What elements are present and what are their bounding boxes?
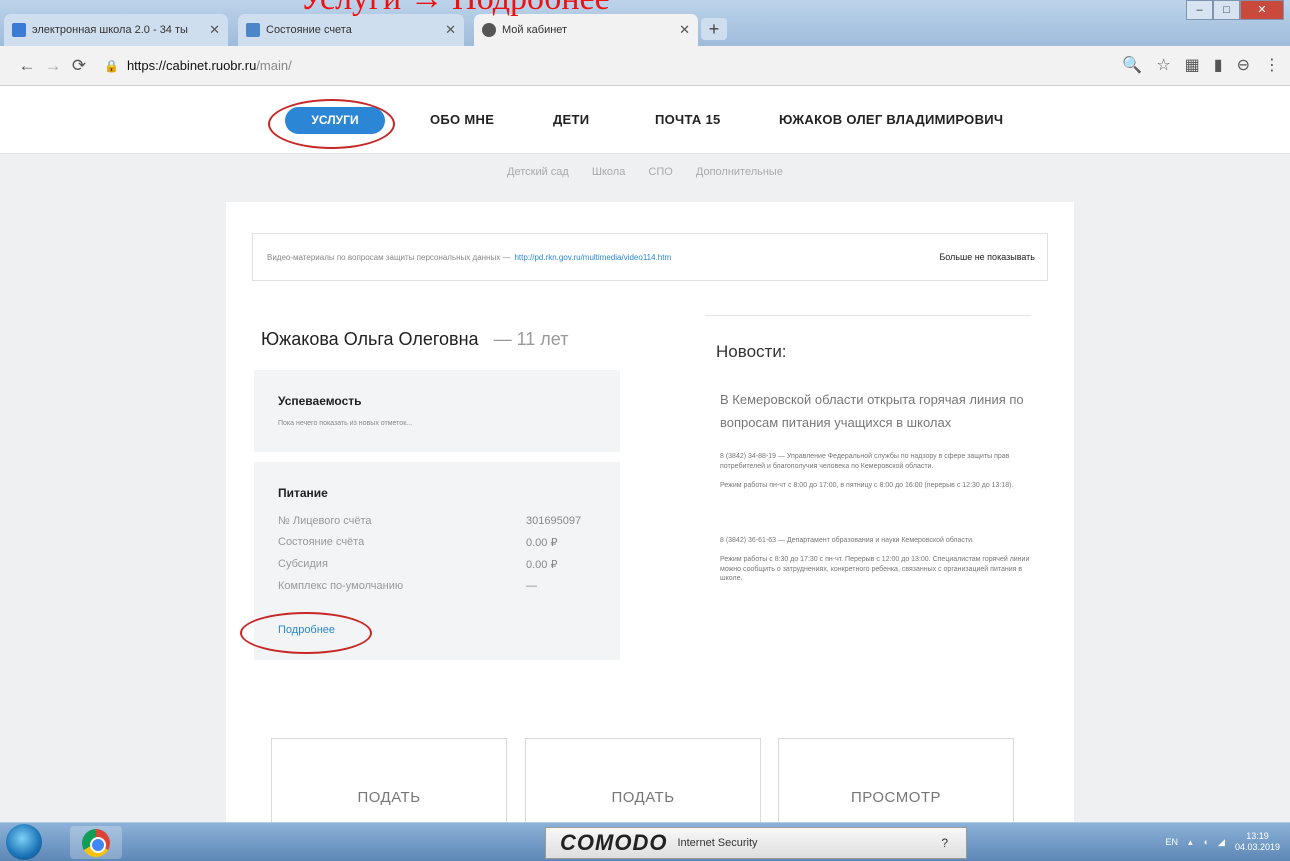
browser-toolbar: ← → ⟳ 🔒 https://cabinet.ruobr.ru/main/ 🔍… [0, 46, 1290, 86]
subnav-spo[interactable]: СПО [648, 166, 672, 178]
row-label: № Лицевого счёта [278, 515, 372, 527]
services-annotation-circle [268, 99, 395, 149]
clock[interactable]: 13:19 04.03.2019 [1235, 831, 1280, 853]
url-host: https://cabinet.ruobr.ru [126, 58, 257, 73]
progress-title: Успеваемость [278, 394, 362, 408]
zoom-icon[interactable]: 🔍 [1122, 55, 1142, 75]
toolbar-icons: 🔍 ☆ ▦ ▮ ⊖ ⋮ [1122, 55, 1280, 75]
progress-subtitle: Пока нечего показать из новых отметок... [278, 420, 413, 427]
news-divider [705, 315, 1031, 316]
child-age: 11 лет [516, 329, 569, 349]
tab-my-cabinet[interactable]: Мой кабинет ✕ [474, 14, 698, 46]
notice-text: Видео-материалы по вопросам защиты персо… [267, 252, 511, 262]
news-paragraph-2-hours: Режим работы с 8:30 до 17:30 с пн-чт. Пе… [720, 556, 1030, 582]
news-paragraph-2: 8 (3842) 36-61-63 — Департамент образова… [720, 537, 974, 544]
cabinet-favicon-icon [482, 23, 496, 37]
tab-label: электронная школа 2.0 - 34 ты [32, 24, 188, 36]
network-icon[interactable]: ◖ [1203, 837, 1208, 847]
lock-icon: 🔒 [104, 58, 119, 73]
browser-titlebar: электронная школа 2.0 - 34 ты ✕ Состояни… [0, 0, 1290, 46]
slide-heading: Услуги → Подробнее [300, 0, 610, 18]
menu-dots-icon[interactable]: ⋮ [1264, 55, 1280, 75]
reload-icon[interactable]: ⟳ [66, 56, 92, 76]
nav-children[interactable]: ДЕТИ [553, 112, 589, 127]
notice-banner: Видео-материалы по вопросам защиты персо… [252, 233, 1048, 281]
nutrition-row-subsidy: Субсидия 0.00 ₽ [278, 558, 568, 571]
window-controls: – □ ✕ [1186, 0, 1284, 20]
tray-arrow-icon[interactable]: ▴ [1188, 837, 1193, 848]
nav-mail[interactable]: ПОЧТА 15 [655, 112, 721, 127]
row-label: Состояние счёта [278, 536, 365, 548]
clock-time: 13:19 [1246, 831, 1269, 841]
forward-arrow-icon[interactable]: → [40, 56, 66, 76]
news-paragraph-1: 8 (3842) 34-88-19 — Управление Федеральн… [720, 453, 1010, 470]
school-favicon-icon [12, 23, 26, 37]
chrome-icon [82, 829, 110, 857]
profile-icon[interactable]: ⊖ [1237, 55, 1250, 75]
clock-date: 04.03.2019 [1234, 842, 1280, 852]
news-title: Новости: [716, 342, 787, 361]
account-favicon-icon [246, 23, 260, 37]
progress-panel [254, 370, 620, 452]
row-value: 0.00 ₽ [526, 559, 558, 571]
volume-icon[interactable]: ◢ [1218, 837, 1225, 848]
extension-icon[interactable]: ▦ [1185, 55, 1200, 75]
view-tile[interactable]: ПРОСМОТР [778, 738, 1014, 826]
site-navigation [0, 86, 1290, 154]
row-label: Комплекс по-умолчанию [278, 580, 404, 592]
nutrition-row-account: № Лицевого счёта 301695097 [278, 515, 581, 527]
url-path: /main/ [256, 58, 292, 73]
submit-tile-2[interactable]: ПОДАТЬ [525, 738, 761, 826]
back-arrow-icon[interactable]: ← [14, 56, 40, 76]
extension-lock-icon[interactable]: ▮ [1214, 55, 1223, 75]
subnav-additional[interactable]: Дополнительные [696, 166, 783, 178]
child-header: Южакова Ольга Олеговна — 11 лет [261, 329, 568, 350]
notice-link[interactable]: http://pd.rkn.gov.ru/multimedia/video114… [514, 253, 671, 262]
close-icon[interactable]: ✕ [209, 22, 220, 38]
language-indicator[interactable]: EN [1166, 837, 1179, 847]
child-name: Южакова Ольга Олеговна [261, 329, 479, 349]
subnav-kindergarten[interactable]: Детский сад [507, 166, 569, 178]
dont-show-again-link[interactable]: Больше не показывать [939, 252, 1035, 262]
close-icon[interactable]: ✕ [679, 22, 690, 38]
tab-label: Мой кабинет [502, 24, 568, 36]
tab-account-status[interactable]: Состояние счета ✕ [238, 14, 464, 46]
news-headline: В Кемеровской области открыта горячая ли… [720, 392, 1024, 430]
tab-label: Состояние счета [266, 24, 352, 36]
address-bar[interactable]: 🔒 https://cabinet.ruobr.ru/main/ [104, 58, 292, 73]
nutrition-row-balance: Состояние счёта 0.00 ₽ [278, 536, 568, 549]
news-paragraph-1-hours: Режим работы пн-чт с 8:00 до 17:00, в пя… [720, 482, 1014, 489]
tab-electronic-school[interactable]: электронная школа 2.0 - 34 ты ✕ [4, 14, 228, 46]
system-tray: EN ▴ ◖ ◢ 13:19 04.03.2019 [1166, 831, 1280, 853]
subnav-school[interactable]: Школа [592, 166, 625, 178]
comodo-notification[interactable]: COMODO Internet Security ? [545, 827, 967, 859]
nav-user[interactable]: ЮЖАКОВ ОЛЕГ ВЛАДИМИРОВИЧ [779, 112, 1003, 127]
comodo-product: Internet Security [677, 837, 758, 849]
submit-tile-1[interactable]: ПОДАТЬ [271, 738, 507, 826]
new-tab-button[interactable]: + [701, 18, 727, 40]
minimize-icon[interactable]: – [1186, 0, 1213, 20]
maximize-icon[interactable]: □ [1213, 0, 1240, 20]
row-value: 0.00 ₽ [526, 537, 558, 549]
dash: — [493, 329, 512, 349]
bookmark-star-icon[interactable]: ☆ [1156, 55, 1170, 75]
services-subnav: Детский сад Школа СПО Дополнительные [0, 166, 1290, 190]
window-close-icon[interactable]: ✕ [1240, 0, 1284, 20]
nav-about[interactable]: ОБО МНЕ [430, 112, 494, 127]
close-icon[interactable]: ✕ [445, 22, 456, 38]
details-annotation-circle [240, 612, 372, 654]
help-icon[interactable]: ? [941, 836, 948, 850]
row-value: — [526, 580, 537, 592]
start-button-icon[interactable] [6, 824, 42, 860]
row-label: Субсидия [278, 558, 328, 570]
row-value: 301695097 [526, 515, 582, 527]
comodo-logo: COMODO [560, 830, 668, 855]
taskbar: COMODO Internet Security ? EN ▴ ◖ ◢ 13:1… [0, 822, 1290, 861]
nutrition-title: Питание [278, 486, 328, 500]
nutrition-row-default-set: Комплекс по-умолчанию — [278, 580, 568, 592]
